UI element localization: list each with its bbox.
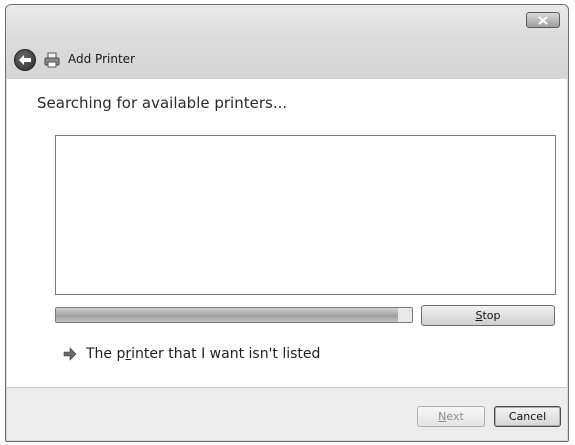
close-button[interactable] [526, 12, 560, 28]
next-label-rest: ext [446, 410, 464, 423]
next-access-key: N [438, 410, 447, 423]
progress-fill [56, 308, 398, 322]
stop-access-key: S [475, 309, 483, 322]
stop-label-rest: top [482, 309, 501, 322]
close-icon [538, 15, 548, 25]
printer-icon [44, 52, 60, 68]
back-button[interactable] [14, 49, 36, 71]
cancel-button[interactable]: Cancel [494, 406, 561, 427]
title-bar: Add Printer [6, 5, 568, 79]
page-heading: Searching for available printers... [37, 94, 288, 112]
add-printer-window: Add Printer Searching for available prin… [5, 4, 569, 442]
search-progress-bar [55, 307, 413, 323]
blue-arrow-icon [63, 347, 77, 361]
content-area: Searching for available printers... Stop… [7, 79, 567, 387]
next-button[interactable]: Next [417, 406, 485, 427]
window-title: Add Printer [68, 52, 135, 66]
stop-button[interactable]: Stop [421, 305, 555, 326]
printer-list[interactable] [55, 135, 556, 295]
back-arrow-icon [19, 55, 31, 65]
printer-not-listed-label: The printer that I want isn't listed [86, 346, 321, 362]
printer-not-listed-link[interactable]: The printer that I want isn't listed [63, 346, 320, 362]
button-bar: Next Cancel [7, 387, 567, 440]
